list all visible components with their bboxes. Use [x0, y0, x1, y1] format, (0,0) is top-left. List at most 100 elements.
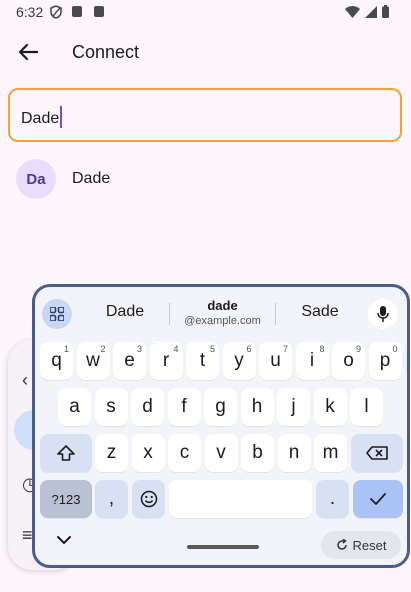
back-arrow-icon	[18, 43, 38, 61]
key-hint: 6	[246, 344, 252, 354]
chevron-left-icon[interactable]: ‹	[22, 370, 28, 391]
wifi-icon	[345, 5, 360, 18]
key-y[interactable]: y6	[222, 342, 256, 380]
suggestion-2[interactable]: dade @example.com	[175, 287, 270, 337]
key-hint: 4	[173, 344, 179, 354]
check-icon	[370, 493, 386, 505]
key-hint: 8	[319, 344, 325, 354]
gesture-handle[interactable]	[187, 545, 259, 549]
key-label: a	[69, 396, 80, 417]
page-title: Connect	[72, 42, 140, 62]
key-label: w	[86, 350, 100, 371]
signal-icon	[365, 5, 377, 18]
key-hint: 7	[282, 344, 288, 354]
key-label: r	[162, 350, 170, 371]
key-b[interactable]: b	[241, 434, 274, 472]
key-label: u	[270, 350, 281, 371]
key-a[interactable]: a	[58, 388, 91, 426]
period-key[interactable]: .	[316, 480, 349, 518]
key-label: g	[215, 396, 226, 417]
key-q[interactable]: q1	[40, 342, 73, 380]
key-label: c	[179, 442, 190, 463]
key-h[interactable]: h	[240, 388, 274, 426]
key-e[interactable]: e3	[113, 342, 146, 380]
keyboard-nav-bar: Reset	[35, 527, 407, 565]
key-w[interactable]: w2	[76, 342, 110, 380]
key-hint: 2	[100, 344, 106, 354]
menu-icon[interactable]: ≡	[22, 525, 33, 546]
key-hint: 5	[209, 344, 215, 354]
emoji-key[interactable]	[132, 480, 165, 518]
suggestion-1[interactable]: Dade	[90, 287, 160, 337]
key-l[interactable]: l	[350, 388, 383, 426]
key-t[interactable]: t5	[186, 342, 219, 380]
enter-key[interactable]	[353, 480, 403, 518]
status-time: 6:32	[16, 4, 44, 20]
key-g[interactable]: g	[204, 388, 237, 426]
app-bar: Connect	[0, 30, 411, 74]
app-notification-icon	[94, 6, 104, 17]
avatar: Da	[16, 159, 56, 199]
emoji-icon	[140, 490, 157, 508]
grid-icon	[50, 307, 64, 321]
shift-key[interactable]	[40, 434, 92, 472]
key-u[interactable]: u7	[259, 342, 292, 380]
key-label: z	[106, 442, 117, 463]
key-label: n	[288, 442, 300, 463]
key-d[interactable]: d	[131, 388, 164, 426]
key-label: l	[364, 396, 369, 417]
soft-keyboard: Dade dade @example.com Sade q1w2e3r4t5y6u…	[32, 284, 410, 568]
key-m[interactable]: m	[314, 434, 347, 472]
suggestion-divider	[169, 303, 170, 325]
key-i[interactable]: i8	[295, 342, 329, 380]
chevron-down-icon[interactable]	[57, 535, 71, 545]
key-x[interactable]: x	[131, 434, 165, 472]
reset-label: Reset	[352, 537, 387, 553]
status-bar: 6:32	[0, 0, 411, 26]
key-c[interactable]: c	[168, 434, 201, 472]
backspace-icon	[366, 446, 388, 460]
backspace-key[interactable]	[351, 434, 403, 472]
key-hint: 9	[355, 344, 361, 354]
key-label: q	[51, 350, 62, 371]
key-v[interactable]: v	[204, 434, 238, 472]
key-label: s	[106, 396, 116, 417]
key-z[interactable]: z	[95, 434, 128, 472]
key-label: t	[199, 350, 206, 371]
notification-icon	[72, 6, 82, 17]
microphone-icon	[377, 306, 389, 322]
key-f[interactable]: f	[167, 388, 201, 426]
key-label: b	[252, 442, 263, 463]
search-input-value: Dade	[21, 106, 63, 128]
suggestion-divider	[275, 303, 276, 325]
key-label: o	[343, 350, 354, 371]
suggestion-3[interactable]: Sade	[285, 287, 355, 337]
key-label: p	[379, 350, 391, 371]
key-k[interactable]: k	[313, 388, 347, 426]
suggestion-strip: Dade dade @example.com Sade	[35, 287, 407, 337]
back-button[interactable]	[14, 38, 42, 66]
reset-button[interactable]: Reset	[321, 531, 401, 559]
key-label: e	[124, 350, 135, 371]
refresh-icon	[336, 539, 347, 550]
key-p[interactable]: p0	[368, 342, 402, 380]
space-key[interactable]	[169, 480, 312, 518]
key-hint: 0	[392, 344, 398, 354]
key-n[interactable]: n	[277, 434, 311, 472]
key-o[interactable]: o9	[332, 342, 365, 380]
symbols-key[interactable]: ?123	[40, 480, 92, 518]
key-j[interactable]: j	[277, 388, 310, 426]
search-input[interactable]: Dade	[8, 88, 402, 142]
key-r[interactable]: r4	[149, 342, 183, 380]
key-s[interactable]: s	[94, 388, 128, 426]
key-label: i	[309, 350, 315, 371]
list-item[interactable]: Da Dade	[0, 156, 411, 204]
key-label: h	[251, 396, 263, 417]
key-label: x	[143, 442, 153, 463]
comma-key[interactable]: ,	[95, 480, 128, 518]
keyboard-menu-button[interactable]	[42, 299, 72, 329]
key-label: j	[291, 396, 296, 417]
key-label: k	[325, 396, 335, 417]
shield-icon	[50, 5, 62, 19]
voice-input-button[interactable]	[368, 299, 398, 329]
